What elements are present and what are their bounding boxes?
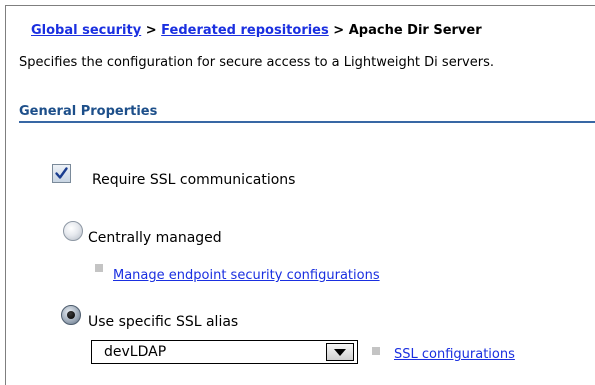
use-specific-ssl-alias-radio[interactable] [61, 305, 81, 325]
bullet-icon [95, 264, 103, 272]
page-description: Specifies the configuration for secure a… [19, 55, 494, 70]
section-title: General Properties [19, 104, 158, 119]
require-ssl-checkbox[interactable] [52, 164, 71, 183]
breadcrumb-link-federated-repositories[interactable]: Federated repositories [161, 23, 329, 38]
bullet-icon [372, 347, 380, 355]
ssl-alias-select[interactable]: devLDAP [91, 340, 358, 364]
section-divider [19, 121, 595, 123]
manage-endpoint-security-link[interactable]: Manage endpoint security configurations [113, 268, 380, 283]
checkmark-icon [55, 167, 68, 179]
breadcrumb-separator: > [333, 23, 345, 38]
ssl-alias-select-value: devLDAP [104, 344, 167, 360]
breadcrumb: Global security > Federated repositories… [31, 23, 482, 38]
ssl-configurations-link[interactable]: SSL configurations [394, 347, 515, 362]
centrally-managed-radio[interactable] [63, 221, 83, 241]
use-specific-ssl-alias-label: Use specific SSL alias [88, 314, 239, 330]
centrally-managed-label: Centrally managed [88, 230, 222, 246]
breadcrumb-separator: > [145, 23, 157, 38]
require-ssl-label: Require SSL communications [92, 172, 296, 188]
breadcrumb-current: Apache Dir Server [348, 23, 482, 38]
dropdown-arrow-icon[interactable] [326, 343, 354, 361]
breadcrumb-link-global-security[interactable]: Global security [31, 23, 141, 38]
